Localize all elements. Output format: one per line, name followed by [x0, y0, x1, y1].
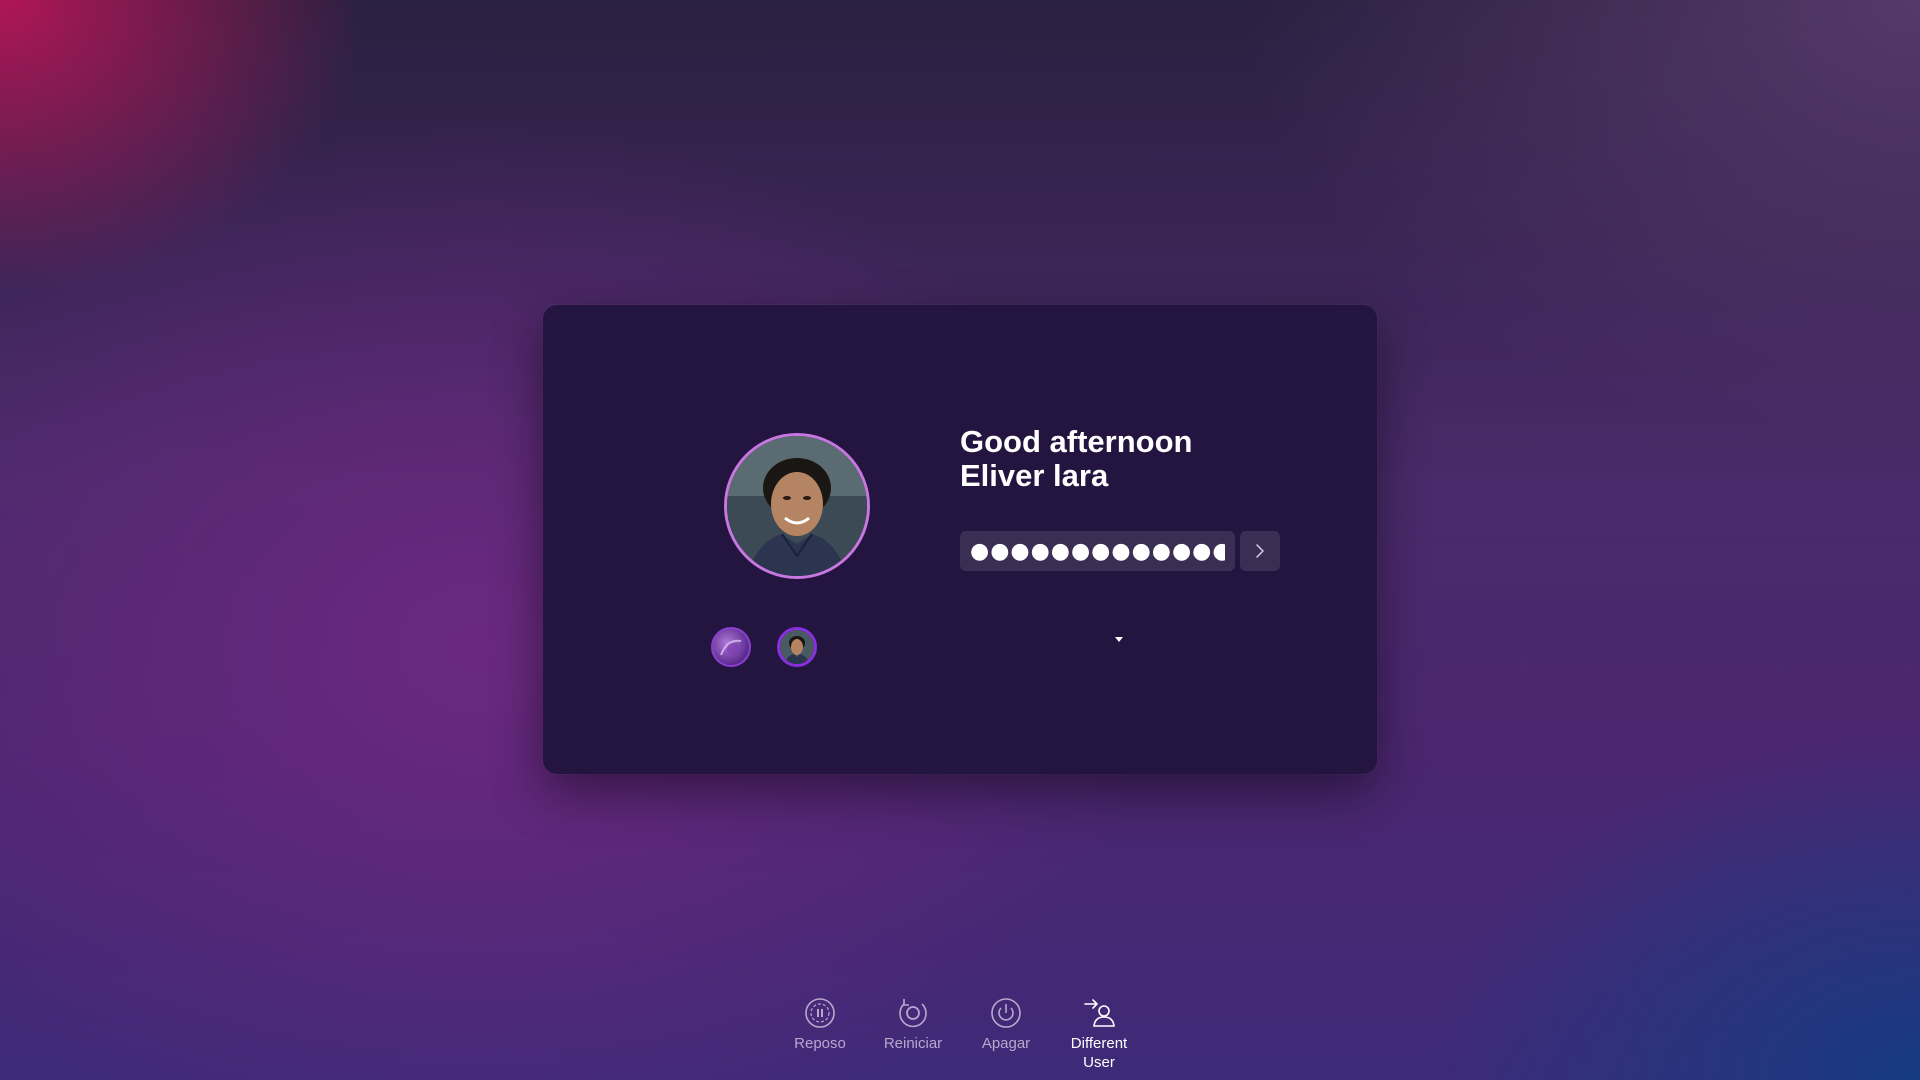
user-photo-small [780, 630, 814, 664]
sleep-button[interactable]: Reposo [780, 996, 860, 1053]
different-user-label: Different User [1070, 1035, 1128, 1071]
abstract-avatar-icon [720, 639, 742, 656]
power-options: Reposo Reiniciar Apagar Different User [0, 996, 1920, 1080]
user-photo [727, 436, 867, 576]
restart-label: Reiniciar [883, 1035, 943, 1052]
greeting-line: Good afternoon [960, 424, 1193, 459]
greeting-title: Good afternoon Eliver lara [960, 425, 1192, 493]
restart-icon [899, 999, 927, 1028]
chevron-down-icon[interactable] [1115, 637, 1123, 642]
user-avatar [724, 433, 870, 579]
submit-button[interactable] [1240, 531, 1280, 571]
shutdown-button[interactable]: Apagar [966, 996, 1046, 1053]
power-icon [991, 998, 1021, 1028]
different-user-button[interactable]: Different User [1059, 996, 1139, 1072]
shutdown-label: Apagar [981, 1035, 1031, 1052]
sleep-icon [805, 998, 835, 1028]
chevron-right-icon [1256, 544, 1264, 558]
password-field[interactable] [960, 531, 1235, 571]
sleep-label: Reposo [794, 1035, 846, 1052]
login-card: Good afternoon Eliver lara [543, 305, 1377, 774]
restart-button[interactable]: Reiniciar [873, 996, 953, 1053]
switch-user-icon [1084, 999, 1115, 1027]
user-switch-1[interactable] [711, 627, 751, 667]
user-name: Eliver lara [960, 458, 1109, 493]
user-switch-2[interactable] [777, 627, 817, 667]
